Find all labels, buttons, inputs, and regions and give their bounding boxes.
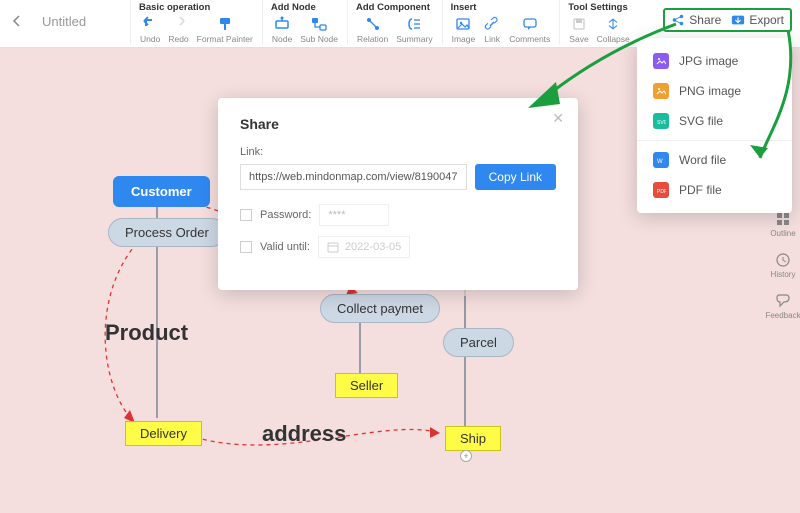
valid-until-label: Valid until: <box>260 241 310 253</box>
node-icon <box>273 15 291 33</box>
png-icon <box>653 83 669 99</box>
node-ship[interactable]: Ship <box>445 426 501 451</box>
export-menu: JPG image PNG image SVGSVG file WWord fi… <box>637 38 792 213</box>
group-add-component: Add Component Relation Summary <box>347 0 442 44</box>
document-title[interactable]: Untitled <box>42 14 86 29</box>
save-button[interactable]: Save <box>566 15 591 44</box>
undo-icon <box>141 15 159 33</box>
export-icon <box>731 13 745 27</box>
group-basic: Basic operation Undo Redo Format Painter <box>130 0 262 44</box>
export-label: Export <box>749 13 784 27</box>
group-insert-label: Insert <box>449 2 554 13</box>
export-svg[interactable]: SVGSVG file <box>637 106 792 136</box>
feedback-icon <box>775 293 791 309</box>
image-button[interactable]: Image <box>449 15 479 44</box>
add-child-handle[interactable]: + <box>460 450 472 462</box>
collapse-icon <box>604 15 622 33</box>
summary-icon <box>405 15 423 33</box>
share-link-input[interactable] <box>240 164 467 190</box>
collapse-button[interactable]: Collapse <box>594 15 633 44</box>
share-panel: ✕ Share Link: Copy Link Password: Valid … <box>218 98 578 290</box>
relation-button[interactable]: Relation <box>354 15 391 44</box>
node-button[interactable]: Node <box>269 15 295 44</box>
canvas-text-address: address <box>262 421 346 447</box>
export-menu-divider <box>637 140 792 141</box>
image-icon <box>454 15 472 33</box>
subnode-icon <box>310 15 328 33</box>
canvas-text-product: Product <box>105 320 188 346</box>
rail-outline-button[interactable]: Outline <box>770 211 795 238</box>
export-word[interactable]: WWord file <box>637 145 792 175</box>
group-insert: Insert Image Link Comments <box>442 0 560 44</box>
outline-icon <box>775 211 791 227</box>
export-button[interactable]: Export <box>729 11 786 29</box>
link-icon <box>483 15 501 33</box>
word-icon: W <box>653 152 669 168</box>
svg-text:SVG: SVG <box>657 120 666 126</box>
copy-link-button[interactable]: Copy Link <box>475 164 556 190</box>
pdf-icon: PDF <box>653 182 669 198</box>
group-basic-label: Basic operation <box>137 2 256 13</box>
calendar-icon <box>327 241 339 253</box>
format-painter-icon <box>216 15 234 33</box>
export-jpg[interactable]: JPG image <box>637 46 792 76</box>
node-seller[interactable]: Seller <box>335 373 398 398</box>
share-panel-title: Share <box>240 116 556 132</box>
save-icon <box>570 15 588 33</box>
svg-icon: SVG <box>653 113 669 129</box>
password-label: Password: <box>260 209 311 221</box>
svg-text:W: W <box>657 159 663 165</box>
export-png[interactable]: PNG image <box>637 76 792 106</box>
redo-button[interactable]: Redo <box>165 15 191 44</box>
export-pdf[interactable]: PDFPDF file <box>637 175 792 205</box>
share-link-label: Link: <box>240 146 556 158</box>
back-arrow-icon[interactable] <box>8 12 26 30</box>
share-label: Share <box>689 13 721 27</box>
group-tool-label: Tool Settings <box>566 2 632 13</box>
top-right-actions: Share Export <box>663 8 792 32</box>
node-process-order[interactable]: Process Order <box>108 218 226 247</box>
summary-button[interactable]: Summary <box>393 15 435 44</box>
node-collect-payment[interactable]: Collect paymet <box>320 294 440 323</box>
group-add-component-label: Add Component <box>354 2 436 13</box>
share-close-icon[interactable]: ✕ <box>552 110 564 127</box>
rail-feedback-button[interactable]: Feedback <box>765 293 800 320</box>
group-add-node: Add Node Node Sub Node <box>262 0 347 44</box>
group-add-node-label: Add Node <box>269 2 341 13</box>
rail-history-button[interactable]: History <box>771 252 796 279</box>
jpg-icon <box>653 53 669 69</box>
password-input[interactable] <box>319 204 389 226</box>
undo-button[interactable]: Undo <box>137 15 163 44</box>
share-icon <box>671 13 685 27</box>
link-button[interactable]: Link <box>480 15 504 44</box>
share-button[interactable]: Share <box>669 11 723 29</box>
node-parcel[interactable]: Parcel <box>443 328 514 357</box>
node-delivery[interactable]: Delivery <box>125 421 202 446</box>
svg-text:PDF: PDF <box>657 189 666 195</box>
valid-until-input[interactable]: 2022-03-05 <box>318 236 410 258</box>
password-checkbox[interactable] <box>240 209 252 221</box>
valid-until-checkbox[interactable] <box>240 241 252 253</box>
comments-icon <box>521 15 539 33</box>
format-painter-button[interactable]: Format Painter <box>194 15 256 44</box>
group-tool: Tool Settings Save Collapse <box>559 0 638 44</box>
redo-icon <box>169 15 187 33</box>
history-icon <box>775 252 791 268</box>
node-customer[interactable]: Customer <box>113 176 210 207</box>
subnode-button[interactable]: Sub Node <box>297 15 341 44</box>
title-area: Untitled <box>0 0 130 42</box>
comments-button[interactable]: Comments <box>506 15 553 44</box>
relation-icon <box>364 15 382 33</box>
